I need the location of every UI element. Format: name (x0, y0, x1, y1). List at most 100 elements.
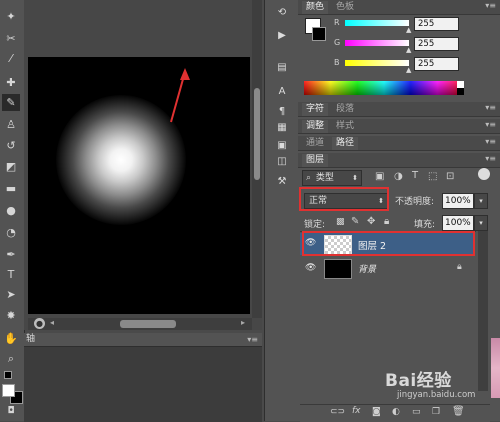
properties-panel-icon[interactable]: ▣ (274, 138, 290, 153)
blue-slider[interactable] (345, 60, 409, 66)
green-channel-label: G (334, 38, 341, 47)
layer-lock-icon: 🔒︎ (457, 262, 462, 272)
color-spectrum-bar[interactable] (304, 81, 464, 95)
filter-adjustment-icon[interactable]: ◑ (394, 171, 403, 182)
fill-dropdown-icon[interactable]: ▾ (474, 215, 488, 231)
lock-all-icon[interactable]: 🔒︎ (384, 216, 389, 227)
clone-stamp-icon[interactable]: ♙ (2, 116, 20, 133)
filter-type-icon[interactable]: T (412, 170, 418, 181)
visibility-eye-icon[interactable]: 👁︎ (305, 263, 316, 273)
red-slider-handle-icon[interactable]: ▲ (406, 26, 411, 34)
brush-tool-icon[interactable]: ✎ (2, 94, 20, 111)
tab-paragraph[interactable]: 段落 (332, 103, 358, 116)
tab-channels[interactable]: 通道 (302, 137, 328, 150)
vertical-scroll-thumb[interactable] (254, 88, 260, 180)
lock-image-icon[interactable]: ✎ (351, 216, 359, 227)
filter-shape-icon[interactable]: ⬚ (428, 171, 437, 182)
panel-menu-icon[interactable]: ▾≡ (485, 154, 496, 163)
red-value-input[interactable]: 255 (414, 17, 459, 31)
brush-presets-icon[interactable]: ▤ (274, 60, 290, 75)
tool-presets-icon[interactable]: ⚒ (274, 174, 290, 189)
lock-transparent-icon[interactable]: ▩ (336, 217, 345, 227)
lock-label: 锁定: (304, 220, 326, 230)
gradient-tool-icon[interactable]: ▬ (2, 180, 20, 197)
lock-position-icon[interactable]: ✥ (367, 216, 375, 227)
fill-input[interactable]: 100% (442, 215, 474, 231)
zoom-tool-icon[interactable]: ⌕ (2, 350, 20, 367)
history-panel-icon[interactable]: ⟲ (274, 5, 290, 20)
history-brush-icon[interactable]: ↺ (2, 137, 20, 154)
horizontal-scroll-thumb[interactable] (120, 320, 176, 328)
panel-menu-icon[interactable]: ▾≡ (247, 333, 258, 346)
new-layer-icon[interactable]: ❐ (432, 407, 440, 417)
scroll-left-icon[interactable]: ◂ (50, 318, 54, 327)
path-select-icon[interactable]: ➤ (2, 286, 20, 303)
green-slider[interactable] (345, 40, 409, 46)
spectrum-black-chip[interactable] (457, 88, 464, 95)
eyedropper-tool-icon[interactable]: ⁄ (2, 50, 20, 67)
scroll-right-icon[interactable]: ▸ (241, 318, 245, 327)
layer-filter-label: 类型 (315, 173, 334, 183)
white-glow-brush-stroke (56, 95, 186, 225)
blue-slider-handle-icon[interactable]: ▲ (406, 66, 411, 74)
adjustment-layer-icon[interactable]: ◐ (392, 407, 400, 417)
paragraph-panel-icon[interactable]: ¶ (274, 104, 290, 119)
quick-select-icon[interactable]: ✦ (2, 8, 20, 25)
filter-toggle-icon[interactable] (478, 168, 490, 180)
layer-comps-icon[interactable]: ▦ (274, 120, 290, 135)
tab-swatches[interactable]: 色板 (332, 1, 358, 14)
shape-tool-icon[interactable]: ✸ (2, 307, 20, 324)
info-panel-icon[interactable]: ◫ (274, 154, 290, 169)
fill-value: 100% (445, 218, 471, 228)
tab-paths[interactable]: 路径 (332, 137, 359, 150)
blur-tool-icon[interactable]: ● (2, 202, 20, 219)
tab-color[interactable]: 颜色 (302, 1, 329, 14)
panel-menu-icon[interactable]: ▾≡ (485, 103, 496, 112)
opacity-input[interactable]: 100% (442, 193, 474, 209)
pen-tool-icon[interactable]: ✒ (2, 246, 20, 263)
delete-layer-icon[interactable]: 🗑︎ (452, 406, 465, 417)
tab-styles[interactable]: 样式 (332, 120, 358, 133)
tab-layers[interactable]: 图层 (302, 154, 329, 167)
quick-mask-icon[interactable]: ◘ (2, 404, 20, 418)
layer-mask-icon[interactable]: ◙ (372, 407, 381, 417)
green-slider-handle-icon[interactable]: ▲ (406, 46, 411, 54)
type-tool-icon[interactable]: T (2, 266, 20, 283)
red-slider[interactable] (345, 20, 409, 26)
foreground-color-swatch[interactable] (2, 384, 15, 397)
status-info-icon[interactable]: ● (34, 318, 45, 329)
healing-brush-icon[interactable]: ✚ (2, 74, 20, 91)
layer-name[interactable]: 背景 (358, 262, 376, 275)
layer-thumbnail-black[interactable] (324, 259, 352, 279)
panel-menu-icon[interactable]: ▾≡ (485, 1, 496, 10)
actions-play-icon[interactable]: ▶ (274, 28, 290, 43)
hand-tool-icon[interactable]: ✋ (2, 330, 20, 347)
layer-style-icon[interactable]: fx (352, 406, 361, 416)
link-layers-icon[interactable]: ⊂⊃ (330, 407, 345, 417)
annotation-box-layer (302, 231, 475, 256)
eraser-tool-icon[interactable]: ◩ (2, 158, 20, 175)
timeline-header: 轴 ▾≡ (24, 333, 262, 347)
timeline-tab[interactable]: 轴 (26, 333, 35, 346)
panel-menu-icon[interactable]: ▾≡ (485, 120, 496, 129)
new-group-icon[interactable]: ▭ (412, 407, 421, 417)
opacity-dropdown-icon[interactable]: ▾ (474, 193, 488, 209)
layers-scrollbar[interactable] (478, 231, 488, 391)
layer-row-background[interactable]: 👁︎ 背景 🔒︎ (300, 257, 475, 279)
chevron-updown-icon: ⬍ (352, 174, 358, 182)
canvas[interactable] (28, 57, 250, 314)
color-background-swatch[interactable] (312, 27, 326, 41)
dodge-tool-icon[interactable]: ◔ (2, 224, 20, 241)
panel-menu-icon[interactable]: ▾≡ (485, 137, 496, 146)
filter-smart-object-icon[interactable]: ⊡ (446, 171, 454, 182)
layer-filter-select[interactable]: ⌕ 类型 ⬍ (302, 170, 362, 186)
spectrum-white-chip[interactable] (457, 81, 464, 88)
green-value-input[interactable]: 255 (414, 37, 459, 51)
blue-value-input[interactable]: 255 (414, 57, 459, 71)
tab-character[interactable]: 字符 (302, 103, 329, 116)
tab-adjustments[interactable]: 调整 (302, 120, 329, 133)
crop-tool-icon[interactable]: ✂ (2, 30, 20, 47)
filter-pixel-icon[interactable]: ▣ (375, 171, 384, 182)
character-panel-icon[interactable]: A (274, 84, 290, 99)
default-colors-icon[interactable] (4, 371, 12, 379)
